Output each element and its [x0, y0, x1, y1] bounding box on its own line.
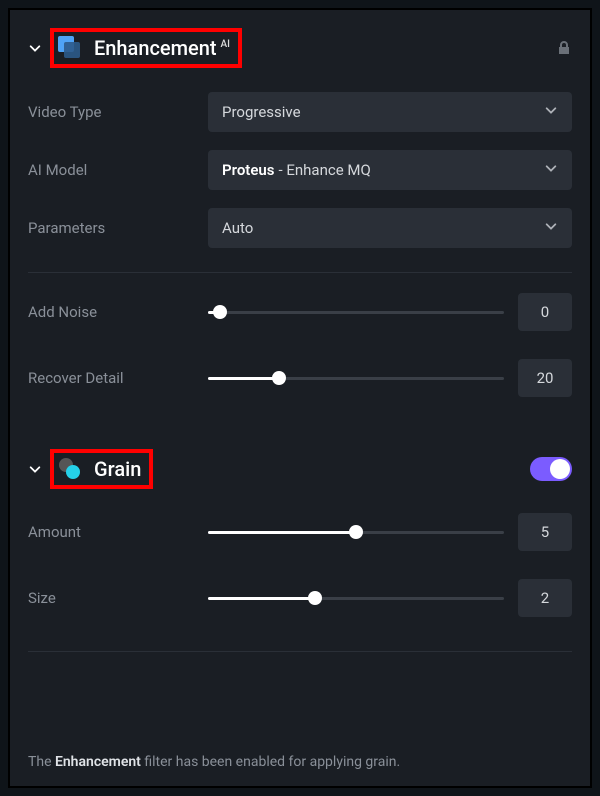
- add-noise-value[interactable]: 0: [518, 293, 572, 331]
- video-type-label: Video Type: [28, 103, 208, 121]
- grain-amount-slider[interactable]: [208, 523, 504, 541]
- chevron-down-icon: [544, 219, 558, 237]
- grain-title-highlight: Grain: [50, 449, 153, 489]
- grain-size-slider[interactable]: [208, 589, 504, 607]
- parameters-select[interactable]: Auto: [208, 208, 572, 248]
- ai-model-label: AI Model: [28, 161, 208, 179]
- ai-model-select[interactable]: Proteus - Enhance MQ: [208, 150, 572, 190]
- recover-detail-row: Recover Detail 20: [28, 359, 572, 397]
- grain-icon: [58, 457, 82, 481]
- footer-note: The Enhancement filter has been enabled …: [28, 740, 572, 776]
- enhancement-icon: [58, 36, 82, 60]
- enhancement-header: EnhancementAI: [28, 28, 572, 68]
- grain-size-value[interactable]: 2: [518, 579, 572, 617]
- grain-title: Grain: [94, 457, 141, 481]
- chevron-down-icon[interactable]: [28, 41, 42, 55]
- lock-icon: [556, 40, 572, 56]
- recover-detail-slider[interactable]: [208, 369, 504, 387]
- recover-detail-value[interactable]: 20: [518, 359, 572, 397]
- chevron-down-icon: [544, 103, 558, 121]
- grain-amount-label: Amount: [28, 523, 208, 541]
- divider: [28, 272, 572, 273]
- enhancement-title: EnhancementAI: [94, 36, 230, 60]
- grain-size-label: Size: [28, 589, 208, 607]
- settings-panel: EnhancementAI Video Type Progressive AI …: [8, 8, 592, 788]
- grain-size-row: Size 2: [28, 579, 572, 617]
- enhancement-title-highlight: EnhancementAI: [50, 28, 242, 68]
- grain-amount-row: Amount 5: [28, 513, 572, 551]
- grain-header: Grain: [28, 449, 572, 489]
- chevron-down-icon[interactable]: [28, 462, 42, 476]
- add-noise-row: Add Noise 0: [28, 293, 572, 331]
- add-noise-label: Add Noise: [28, 303, 208, 321]
- recover-detail-label: Recover Detail: [28, 369, 208, 387]
- parameters-label: Parameters: [28, 219, 208, 237]
- parameters-row: Parameters Auto: [28, 208, 572, 248]
- divider: [28, 651, 572, 652]
- chevron-down-icon: [544, 161, 558, 179]
- add-noise-slider[interactable]: [208, 303, 504, 321]
- grain-toggle[interactable]: [530, 457, 572, 481]
- video-type-row: Video Type Progressive: [28, 92, 572, 132]
- grain-amount-value[interactable]: 5: [518, 513, 572, 551]
- ai-model-row: AI Model Proteus - Enhance MQ: [28, 150, 572, 190]
- video-type-select[interactable]: Progressive: [208, 92, 572, 132]
